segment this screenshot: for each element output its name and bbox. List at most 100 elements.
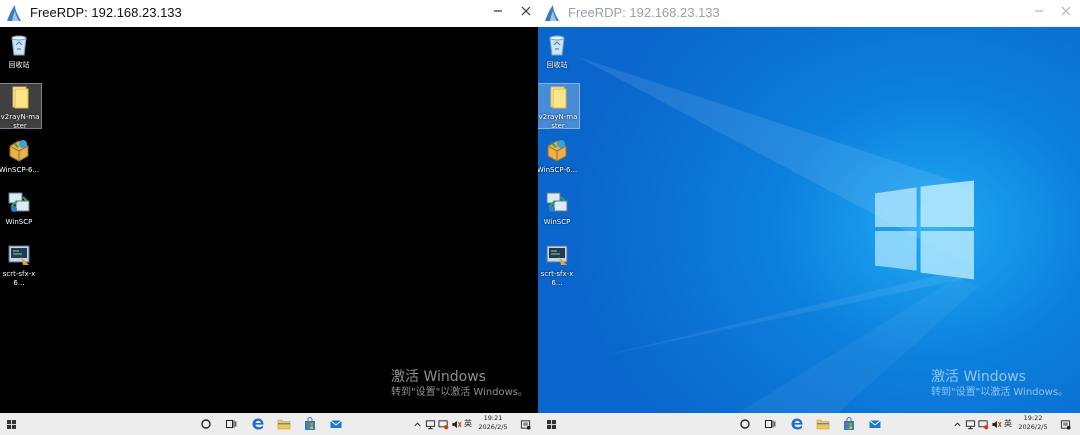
taskbar: 英 19:22 2026/2/5 bbox=[538, 413, 1080, 435]
chevron-up-icon bbox=[953, 420, 962, 429]
desktop-icon-recycle-bin[interactable]: 回收站 bbox=[538, 32, 578, 70]
desktop-icon-winscp[interactable]: WinSCP bbox=[538, 189, 578, 227]
tray-overflow-button[interactable] bbox=[952, 413, 962, 435]
winscp-installer-icon bbox=[544, 137, 570, 163]
cortana-button[interactable] bbox=[737, 413, 753, 435]
taskbar: 英 19:21 2026/2/5 bbox=[0, 413, 538, 435]
freerdp-app-icon bbox=[4, 3, 24, 23]
store-icon bbox=[842, 417, 856, 431]
tray-network[interactable] bbox=[424, 413, 436, 435]
network-icon bbox=[425, 419, 436, 430]
activation-watermark-hint: 转到"设置"以激活 Windows。 bbox=[931, 387, 1069, 398]
desktop-icon-recycle-bin[interactable]: 回收站 bbox=[0, 32, 40, 70]
recycle-bin-icon bbox=[544, 32, 570, 58]
tray-network[interactable] bbox=[964, 413, 976, 435]
store-icon bbox=[303, 417, 317, 431]
desktop-icon-label: 回收站 bbox=[546, 61, 568, 69]
cortana-button[interactable] bbox=[198, 413, 214, 435]
file-explorer-icon bbox=[277, 417, 291, 431]
tray-display-warning[interactable] bbox=[437, 413, 449, 435]
start-button[interactable] bbox=[544, 413, 558, 435]
action-center-button[interactable] bbox=[518, 413, 532, 435]
freerdp-window-left: FreeRDP: 192.168.23.133 回收站 v2rayN-maste… bbox=[0, 0, 538, 435]
desktop-icon-securecrt-installer[interactable]: scrt-sfx-x6... bbox=[0, 241, 40, 288]
wallpaper-light-beams bbox=[578, 57, 978, 413]
securecrt-installer-icon bbox=[6, 241, 32, 267]
desktop-icon-label: v2rayN-master bbox=[0, 113, 40, 130]
volume-muted-icon bbox=[451, 419, 462, 430]
monitor-warning-icon bbox=[438, 419, 449, 430]
taskbar-store[interactable] bbox=[841, 413, 857, 435]
desktop-icon-v2rayn-folder[interactable]: v2rayN-master bbox=[0, 83, 42, 130]
desktop-icon-label: WinSCP-6... bbox=[538, 166, 578, 174]
freerdp-app-icon bbox=[542, 3, 562, 23]
desktop-icon-v2rayn-folder[interactable]: v2rayN-master bbox=[538, 83, 580, 130]
folder-icon bbox=[7, 84, 33, 110]
close-icon bbox=[1061, 6, 1071, 16]
clock-time: 19:21 bbox=[483, 414, 503, 422]
taskbar-mail[interactable] bbox=[867, 413, 883, 435]
taskbar-edge[interactable] bbox=[789, 413, 805, 435]
ime-indicator[interactable]: 英 bbox=[1004, 418, 1012, 429]
remote-desktop[interactable]: 回收站 v2rayN-master WinSCP-6... WinSCP scr… bbox=[0, 27, 538, 413]
desktop-icon-winscp-installer[interactable]: WinSCP-6... bbox=[0, 137, 40, 175]
winscp-icon bbox=[544, 189, 570, 215]
tray-display-warning[interactable] bbox=[977, 413, 989, 435]
task-view-icon bbox=[225, 418, 237, 430]
desktop-icon-winscp-installer[interactable]: WinSCP-6... bbox=[538, 137, 578, 175]
volume-muted-icon bbox=[991, 419, 1002, 430]
chevron-up-icon bbox=[413, 420, 422, 429]
desktop-icon-label: v2rayN-master bbox=[538, 113, 578, 130]
window-title: FreeRDP: 192.168.23.133 bbox=[30, 5, 182, 20]
taskbar-file-explorer[interactable] bbox=[276, 413, 292, 435]
clock-date: 2026/2/5 bbox=[478, 423, 508, 431]
action-center-button[interactable] bbox=[1058, 413, 1072, 435]
taskbar-store[interactable] bbox=[302, 413, 318, 435]
tray-overflow-button[interactable] bbox=[412, 413, 422, 435]
minimize-button[interactable] bbox=[1026, 1, 1052, 25]
desktop-icon-label: 回收站 bbox=[8, 61, 30, 69]
winscp-icon bbox=[6, 189, 32, 215]
securecrt-installer-icon bbox=[544, 241, 570, 267]
freerdp-window-right: FreeRDP: 192.168.23.133 回收站 v2rayN-maste… bbox=[538, 0, 1080, 435]
desktop-icon-winscp[interactable]: WinSCP bbox=[0, 189, 40, 227]
close-button[interactable] bbox=[513, 1, 539, 25]
desktop-icon-label: WinSCP bbox=[5, 218, 33, 226]
taskbar-clock[interactable]: 19:21 2026/2/5 bbox=[476, 414, 510, 432]
edge-icon bbox=[251, 417, 265, 431]
window-title: FreeRDP: 192.168.23.133 bbox=[568, 5, 720, 20]
start-button[interactable] bbox=[4, 413, 18, 435]
mail-icon bbox=[329, 417, 343, 431]
edge-icon bbox=[790, 417, 804, 431]
tray-volume[interactable] bbox=[450, 413, 462, 435]
network-icon bbox=[965, 419, 976, 430]
task-view-icon bbox=[764, 418, 776, 430]
minimize-icon bbox=[494, 10, 502, 12]
minimize-button[interactable] bbox=[485, 1, 511, 25]
folder-icon bbox=[545, 84, 571, 110]
close-icon bbox=[521, 6, 531, 16]
taskbar-mail[interactable] bbox=[328, 413, 344, 435]
remote-desktop[interactable]: 回收站 v2rayN-master WinSCP-6... WinSCP scr… bbox=[538, 27, 1080, 413]
task-view-button[interactable] bbox=[762, 413, 778, 435]
desktop-icon-label: WinSCP bbox=[543, 218, 571, 226]
taskbar-edge[interactable] bbox=[250, 413, 266, 435]
windows-logo-wallpaper bbox=[875, 180, 974, 280]
title-bar[interactable]: FreeRDP: 192.168.23.133 bbox=[538, 0, 1080, 27]
taskbar-file-explorer[interactable] bbox=[815, 413, 831, 435]
desktop-icon-label: scrt-sfx-x6... bbox=[540, 270, 574, 287]
clock-time: 19:22 bbox=[1023, 414, 1043, 422]
desktop-icon-securecrt-installer[interactable]: scrt-sfx-x6... bbox=[538, 241, 578, 288]
clock-date: 2026/2/5 bbox=[1018, 423, 1048, 431]
ime-indicator[interactable]: 英 bbox=[464, 418, 472, 429]
close-button[interactable] bbox=[1053, 1, 1079, 25]
cortana-icon bbox=[739, 418, 751, 430]
minimize-icon bbox=[1035, 10, 1043, 12]
title-bar[interactable]: FreeRDP: 192.168.23.133 bbox=[0, 0, 538, 27]
tray-volume[interactable] bbox=[990, 413, 1002, 435]
task-view-button[interactable] bbox=[223, 413, 239, 435]
taskbar-clock[interactable]: 19:22 2026/2/5 bbox=[1016, 414, 1050, 432]
mail-icon bbox=[868, 417, 882, 431]
winscp-installer-icon bbox=[6, 137, 32, 163]
notification-icon bbox=[1060, 419, 1071, 430]
